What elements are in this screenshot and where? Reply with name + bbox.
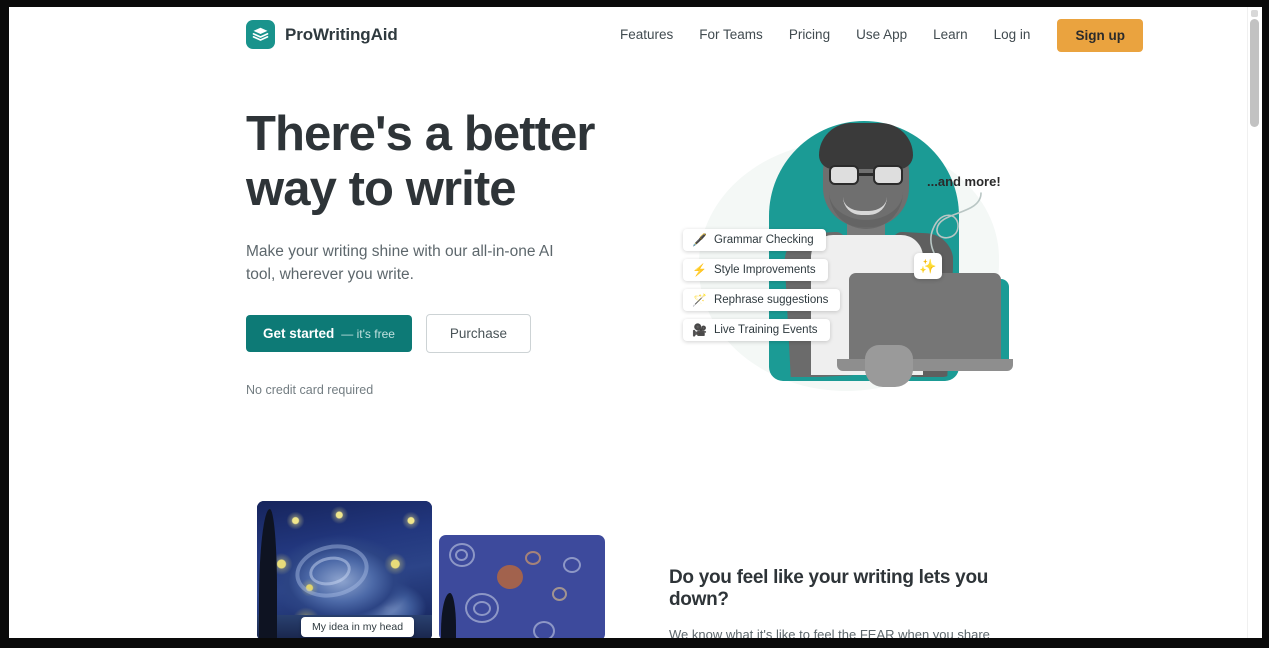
and-more-annotation: ...and more! xyxy=(927,174,1001,189)
hero-copy: There's a better way to write Make your … xyxy=(246,107,646,397)
feature-chip-style-improvements: ⚡ Style Improvements xyxy=(683,259,828,281)
brand-name: ProWritingAid xyxy=(285,24,398,44)
laptop-base xyxy=(837,359,1013,371)
section-two-copy: Do you feel like your writing lets you d… xyxy=(669,567,1025,638)
hero-title-line-1: There's a better xyxy=(246,107,595,161)
video-camera-icon: 🎥 xyxy=(692,323,707,337)
section-two-illustration: My idea in my head xyxy=(257,501,607,638)
hero-action-buttons: Get started — it's free Purchase xyxy=(246,313,646,353)
browser-viewport: ProWritingAid Features For Teams Pricing… xyxy=(9,7,1262,638)
glasses-left-lens xyxy=(829,165,859,185)
purchase-button[interactable]: Purchase xyxy=(425,313,531,353)
writing-lets-you-down-section: My idea in my head Do you feel like your… xyxy=(9,493,1247,638)
magic-wand-icon: 🪄 xyxy=(692,293,707,307)
feature-chip-list: 🖋️ Grammar Checking ⚡ Style Improvements… xyxy=(683,229,841,341)
no-credit-card-note: No credit card required xyxy=(246,382,374,397)
doodle-swirl xyxy=(533,621,555,638)
doodle-swirl xyxy=(552,587,567,601)
nav-link-pricing[interactable]: Pricing xyxy=(776,7,843,63)
site-header: ProWritingAid Features For Teams Pricing… xyxy=(9,7,1247,63)
scrollbar-up-arrow[interactable] xyxy=(1251,10,1258,17)
glasses-bridge xyxy=(859,173,873,176)
feature-chip-live-training-events: 🎥 Live Training Events xyxy=(683,319,830,341)
feature-chip-rephrase-suggestions: 🪄 Rephrase suggestions xyxy=(683,289,841,311)
brand-logo-link[interactable]: ProWritingAid xyxy=(246,20,398,49)
doodle-swirl xyxy=(525,551,541,565)
window-frame-top-edge xyxy=(0,0,1269,7)
glasses-icon xyxy=(829,165,903,185)
hand-holding-laptop xyxy=(865,345,913,387)
hero-title: There's a better way to write xyxy=(246,107,646,218)
section-two-heading: Do you feel like your writing lets you d… xyxy=(669,567,989,610)
feature-chip-label: Style Improvements xyxy=(713,264,816,276)
lightning-bolt-icon: ⚡ xyxy=(692,263,707,277)
get-started-button[interactable]: Get started — it's free xyxy=(246,314,412,352)
window-frame-bottom-edge xyxy=(0,638,1269,648)
doodle-swirl xyxy=(473,601,491,616)
hero-section: There's a better way to write Make your … xyxy=(9,63,1247,493)
pen-icon: 🖋️ xyxy=(692,233,707,247)
flat-blue-doodle-panel xyxy=(439,535,605,638)
doodle-cypress-tree xyxy=(441,593,456,638)
feature-chip-label: Rephrase suggestions xyxy=(713,294,829,306)
hero-subtitle: Make your writing shine with our all-in-… xyxy=(246,242,554,284)
window-frame-right-edge xyxy=(1262,0,1269,648)
scrollbar-thumb[interactable] xyxy=(1250,19,1259,127)
doodle-swirl xyxy=(563,557,581,573)
sign-up-button[interactable]: Sign up xyxy=(1057,18,1143,52)
feature-chip-grammar-checking: 🖋️ Grammar Checking xyxy=(683,229,826,251)
nav-link-learn[interactable]: Learn xyxy=(920,7,981,63)
hair xyxy=(819,123,913,169)
image-caption-my-idea: My idea in my head xyxy=(301,617,415,637)
sparkles-icon: ✨ xyxy=(914,253,942,279)
nav-link-use-app[interactable]: Use App xyxy=(843,7,920,63)
prowritingaid-book-logo-icon xyxy=(246,20,275,49)
main-navigation: Features For Teams Pricing Use App Learn… xyxy=(607,7,1143,63)
nav-link-features[interactable]: Features xyxy=(607,7,686,63)
hero-title-line-2: way to write xyxy=(246,162,517,217)
glasses-right-lens xyxy=(873,165,903,185)
vertical-scrollbar[interactable] xyxy=(1247,7,1262,638)
feature-chip-label: Grammar Checking xyxy=(713,234,814,246)
person-with-laptop-illustration: 🖋️ Grammar Checking ⚡ Style Improvements… xyxy=(669,111,1029,441)
nav-link-for-teams[interactable]: For Teams xyxy=(686,7,776,63)
webpage-content: ProWritingAid Features For Teams Pricing… xyxy=(9,7,1247,638)
doodle-swirl xyxy=(455,549,468,561)
get-started-suffix: — it's free xyxy=(341,326,395,341)
get-started-label: Get started xyxy=(263,325,335,341)
window-frame-left-edge xyxy=(0,0,9,648)
doodle-orange-blob xyxy=(497,565,523,589)
section-two-body: We know what it's like to feel the FEAR … xyxy=(669,627,990,638)
browser-window-frame: ProWritingAid Features For Teams Pricing… xyxy=(0,0,1269,648)
feature-chip-label: Live Training Events xyxy=(713,324,818,336)
nav-link-log-in[interactable]: Log in xyxy=(981,7,1044,63)
